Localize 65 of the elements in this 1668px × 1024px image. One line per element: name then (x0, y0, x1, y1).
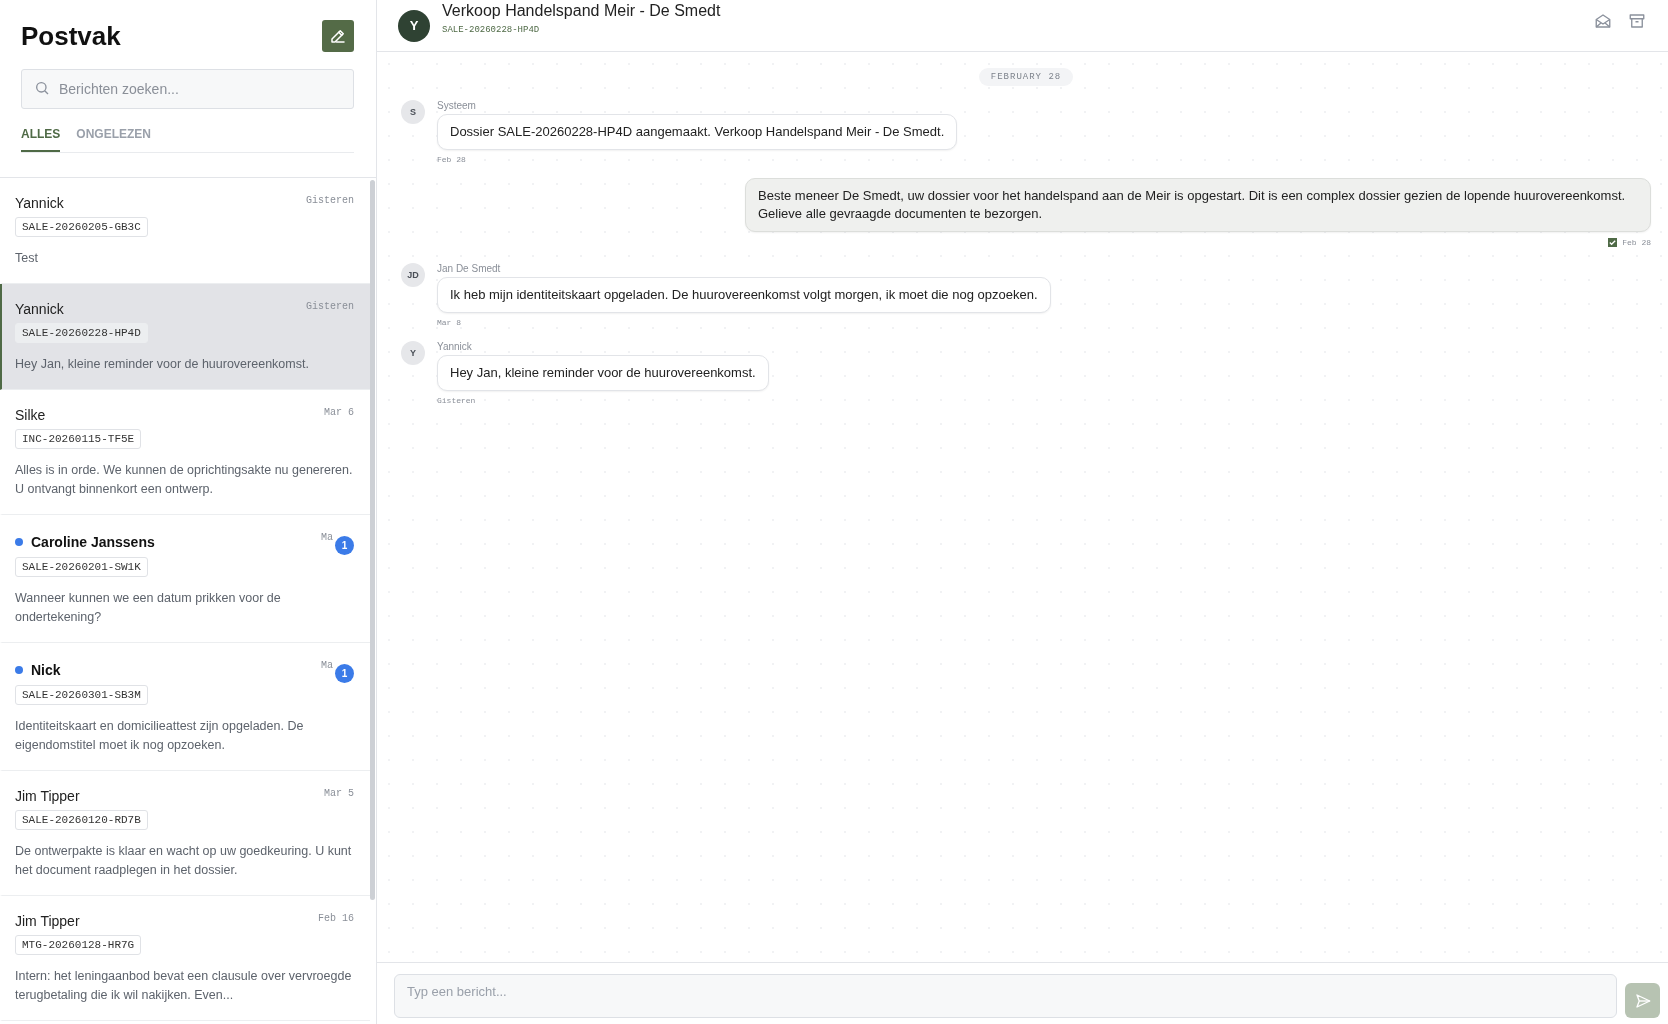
conversation-date: Feb 16 (318, 913, 354, 924)
reference-tag: MTG-20260128-HR7G (15, 935, 142, 955)
reference-tag: SALE-20260120-RD7B (15, 810, 148, 830)
message-time: Mar 8 (437, 318, 461, 327)
reference-tag: SALE-20260228-HP4D (15, 323, 148, 343)
message-time: Feb 28 (1622, 238, 1651, 247)
reference-tag: SALE-20260301-SB3M (15, 685, 148, 705)
message-preview: Alles is in orde. We kunnen de oprichtingsakte nu genereren. U ontvangt binnenkort een ontwerp. (15, 462, 354, 498)
avatar: Y (401, 341, 425, 365)
envelope-icon[interactable] (1594, 12, 1612, 30)
conversation-item[interactable]: Yannick Gisteren SALE-20260228-HP4D Hey Jan, kleine reminder voor de huurovereenkomst. (0, 284, 370, 390)
conversation-item[interactable]: Jim Tipper Feb 16 MTG-20260128-HR7G Intern: het leningaanbod bevat een clausule over vervroegde terugbetaling die ik wil nakijken. Even... (0, 896, 370, 1021)
inbox-title: Postvak (21, 20, 121, 52)
conversation-date: Mar 6 (324, 407, 354, 418)
sender-name: Yannick (437, 341, 472, 352)
message-time: Feb 28 (437, 155, 466, 164)
message-bubble: Beste meneer De Smedt, uw dossier voor het handelspand aan de Meir is opgestart. Dit is een complex dossier gezien de lopende huurovereenkomst. Gelieve alle gevraagde documenten te bezorgen. (745, 178, 1651, 232)
message-preview: De ontwerpakte is klaar en wacht op uw goedkeuring. U kunt het document raadplegen in het dossier. (15, 843, 353, 879)
date-divider: FEBRUARY 28 (978, 68, 1074, 86)
sender-name: Systeem (437, 100, 476, 111)
contact-name: Jim Tipper (15, 788, 80, 804)
conversation-date: Mar 5 (324, 788, 354, 799)
message-bubble: Ik heb mijn identiteitskaart opgeladen. De huurovereenkomst volgt morgen, ik moet die nog opzoeken. (437, 277, 1051, 313)
reference-tag: SALE-20260201-SW1K (15, 557, 148, 577)
send-button[interactable] (1625, 983, 1660, 1018)
conversation-item[interactable]: Caroline Janssens Ma 1 SALE-20260201-SW1K Wanneer kunnen we een datum prikken voor de ondertekening? (0, 515, 370, 643)
message-preview: Hey Jan, kleine reminder voor de huurovereenkomst. (15, 356, 310, 373)
contact-name: Yannick (15, 301, 64, 317)
conversation-date: Ma (321, 532, 333, 543)
avatar: JD (401, 263, 425, 287)
reference-tag: SALE-20260205-GB3C (15, 217, 148, 237)
contact-name: Yannick (15, 195, 64, 211)
conversation-date: Ma (321, 660, 333, 671)
search-field[interactable]: Berichten zoeken... (21, 69, 354, 109)
contact-name: Jim Tipper (15, 913, 80, 929)
sender-name: Jan De Smedt (437, 263, 501, 274)
message-preview: Wanneer kunnen we een datum prikken voor de ondertekening? (15, 590, 282, 626)
message-time: Gisteren (437, 396, 476, 405)
message-preview: Intern: het leningaanbod bevat een clausule over vervroegde terugbetaling die ik wil nakijken. Even... (15, 968, 353, 1004)
pencil-icon (329, 27, 347, 45)
conversation-item[interactable]: Silke Mar 6 INC-20260115-TF5E Alles is in orde. We kunnen de oprichtingsakte nu genereren. U ontvangt binnenkort een ontwerp. (0, 390, 370, 515)
unread-count: 1 (335, 536, 354, 555)
filter-tab[interactable]: ALLES (21, 127, 61, 152)
archive-icon[interactable] (1628, 12, 1646, 30)
unread-count: 1 (335, 664, 354, 683)
scrollbar[interactable] (370, 180, 375, 900)
conversation-item[interactable]: Nick Ma 1 SALE-20260301-SB3M Identiteitskaart en domicilieattest zijn opgeladen. De eigendomstitel moet ik nog opzoeken. (0, 643, 370, 771)
reference-tag: INC-20260115-TF5E (15, 429, 142, 449)
message-preview: Identiteitskaart en domicilieattest zijn opgeladen. De eigendomstitel moet ik nog opzoeken. (15, 718, 305, 754)
conversation-title: Verkoop Handelspand Meir - De Smedt (442, 2, 722, 20)
reference-code: SALE-20260228-HP4D (442, 25, 541, 35)
conversation-date: Gisteren (306, 301, 354, 312)
message-bubble: Dossier SALE-20260228-HP4D aangemaakt. Verkoop Handelspand Meir - De Smedt. (437, 114, 958, 150)
avatar: Y (398, 9, 430, 42)
message-bubble: Hey Jan, kleine reminder voor de huurovereenkomst. (437, 355, 769, 391)
contact-name: Silke (15, 407, 46, 423)
compose-button[interactable] (322, 20, 354, 52)
conversation-item[interactable]: Jim Tipper Mar 5 SALE-20260120-RD7B De ontwerpakte is klaar en wacht op uw goedkeuring. U kunt het document raadplegen in het dossier. (0, 771, 370, 896)
avatar: S (401, 100, 425, 124)
message-field[interactable]: Typ een bericht... (394, 973, 1617, 1018)
contact-name: Caroline Janssens (31, 533, 155, 550)
contact-name: Nick (31, 661, 61, 678)
message-preview: Test (15, 250, 39, 267)
send-icon (1633, 991, 1652, 1010)
conversation-date: Gisteren (306, 195, 354, 206)
